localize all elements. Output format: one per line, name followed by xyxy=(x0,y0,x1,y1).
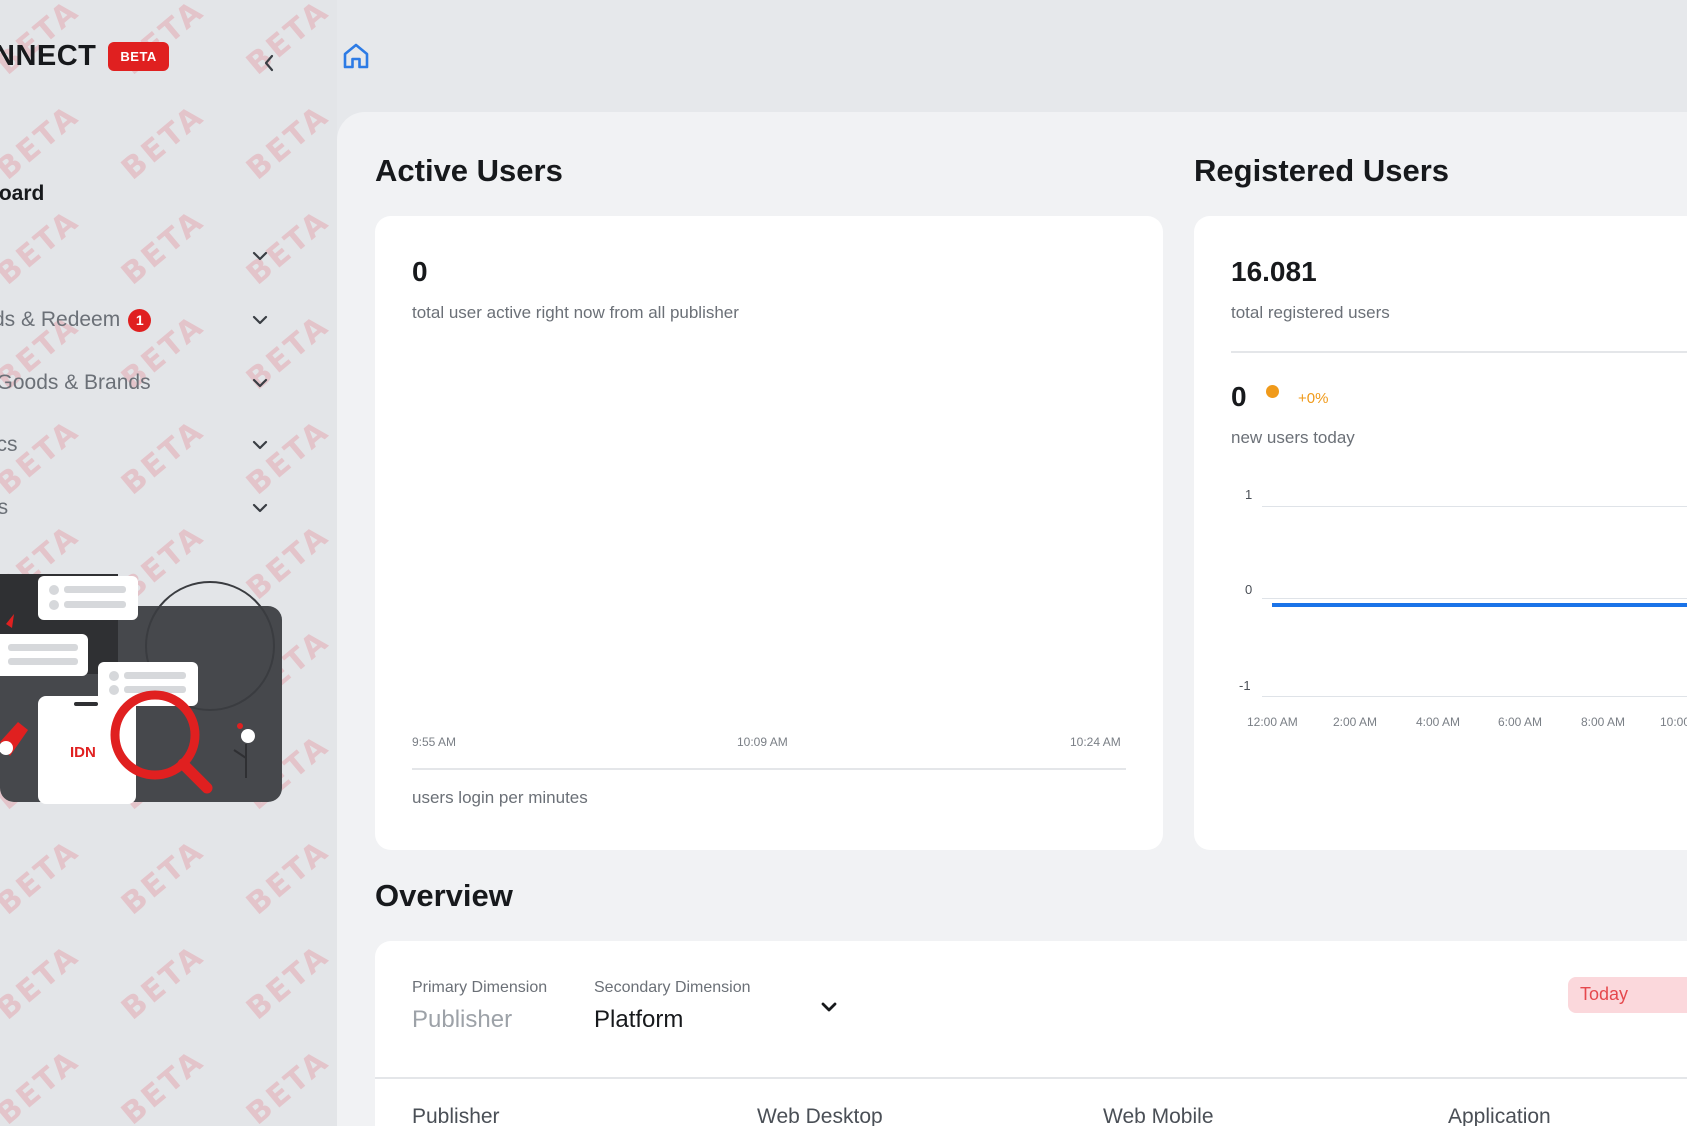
beta-badge: BETA xyxy=(108,42,169,71)
watermark-text: BETA xyxy=(0,833,87,922)
chevron-down-icon xyxy=(252,503,268,513)
beta-watermark: BETA BETA BETA BETA BETA BETA BETA BETA BETA BETA… xyxy=(0,0,337,1126)
illustration-label: IDN xyxy=(70,744,96,761)
divider xyxy=(375,1077,1687,1079)
chevron-down-icon xyxy=(252,378,268,388)
watermark-text: BETA xyxy=(240,98,337,187)
watermark-text: BETA xyxy=(115,938,212,1027)
new-users-count: 0 xyxy=(1231,381,1247,412)
watermark-text: BETA xyxy=(115,833,212,922)
x-tick-label: 9:55 AM xyxy=(412,735,457,749)
date-filter-today[interactable]: Today xyxy=(1568,977,1687,1013)
y-tick-label: -1 xyxy=(1239,678,1251,693)
watermark-text: BETA xyxy=(240,1043,337,1126)
notification-badge: 1 xyxy=(128,308,152,332)
sidebar-item-label: rds & Redeem xyxy=(0,308,121,331)
x-tick-label: 10:00 xyxy=(1660,715,1687,729)
sidebar-item-menu[interactable] xyxy=(0,238,280,274)
divider xyxy=(412,768,1126,770)
divider xyxy=(1231,351,1687,353)
x-tick-label: 4:00 AM xyxy=(1416,715,1461,729)
change-percent: +0% xyxy=(1298,390,1329,407)
sidebar-item-dashboard[interactable]: board xyxy=(0,176,280,212)
sidebar-item-goods-brands[interactable]: l Goods & Brands xyxy=(0,365,280,401)
watermark-text: BETA xyxy=(0,1043,87,1126)
column-header-application[interactable]: Application xyxy=(1448,1105,1551,1126)
x-tick-label: 12:00 AM xyxy=(1247,715,1298,729)
brand-logo[interactable]: NNECT BETA xyxy=(0,40,169,73)
x-tick-label: 2:00 AM xyxy=(1333,715,1378,729)
active-users-title: Active Users xyxy=(375,153,563,188)
column-header-web-desktop[interactable]: Web Desktop xyxy=(757,1105,883,1126)
sidebar-item-label: tics xyxy=(0,433,18,456)
sidebar-item-rewards-redeem[interactable]: rds & Redeem 1 xyxy=(0,302,280,338)
registered-users-chart xyxy=(1272,603,1687,607)
registered-users-label: total registered users xyxy=(1231,303,1390,322)
secondary-dimension-value: Platform xyxy=(594,1006,684,1033)
chevron-left-icon xyxy=(264,54,274,72)
active-users-description: total user active right now from all pub… xyxy=(412,303,739,322)
x-tick-label: 10:24 AM xyxy=(1070,735,1121,749)
watermark-text: BETA xyxy=(115,98,212,187)
x-tick-label: 8:00 AM xyxy=(1581,715,1626,729)
primary-dimension-value: Publisher xyxy=(412,1006,513,1033)
sidebar: BETA BETA BETA BETA BETA BETA BETA BETA BETA BETA… xyxy=(0,0,337,1126)
brand-name: NNECT xyxy=(0,40,97,72)
sidebar-item-analytics[interactable]: tics xyxy=(0,427,280,463)
column-header-publisher[interactable]: Publisher xyxy=(412,1105,500,1126)
active-users-count: 0 xyxy=(412,256,428,287)
x-tick-label: 6:00 AM xyxy=(1498,715,1543,729)
watermark-text: BETA xyxy=(240,833,337,922)
registered-users-title: Registered Users xyxy=(1194,153,1450,188)
watermark-text: BETA xyxy=(0,98,87,187)
chevron-down-icon xyxy=(252,315,268,325)
active-users-footer: users login per minutes xyxy=(412,788,588,807)
sidebar-item-label: gs xyxy=(0,496,9,519)
overview-title: Overview xyxy=(375,878,513,913)
chevron-down-icon[interactable] xyxy=(818,996,840,1018)
promo-illustration: IDN xyxy=(0,574,282,804)
watermark-text: BETA xyxy=(240,938,337,1027)
registered-users-total: 16.081 xyxy=(1231,256,1317,287)
watermark-text: BETA xyxy=(0,938,87,1027)
chevron-down-icon xyxy=(252,440,268,450)
watermark-text: BETA xyxy=(115,1043,212,1126)
x-tick-label: 10:09 AM xyxy=(737,735,788,749)
collapse-sidebar-button[interactable] xyxy=(256,50,282,76)
overview-card xyxy=(375,941,1687,1126)
trend-dot xyxy=(1266,385,1279,398)
y-tick-label: 1 xyxy=(1245,487,1253,502)
chevron-down-icon xyxy=(252,251,268,261)
home-icon[interactable] xyxy=(340,40,372,72)
primary-dimension-label: Primary Dimension xyxy=(412,979,548,996)
column-header-web-mobile[interactable]: Web Mobile xyxy=(1103,1105,1214,1126)
secondary-dimension-label: Secondary Dimension xyxy=(594,979,751,996)
sidebar-item-label: l Goods & Brands xyxy=(0,371,151,394)
watermark-text: BETA xyxy=(240,0,337,82)
sidebar-item-label: board xyxy=(0,182,45,205)
y-tick-label: 0 xyxy=(1245,582,1253,597)
new-users-label: new users today xyxy=(1231,428,1355,447)
sidebar-item-settings[interactable]: gs xyxy=(0,490,280,526)
